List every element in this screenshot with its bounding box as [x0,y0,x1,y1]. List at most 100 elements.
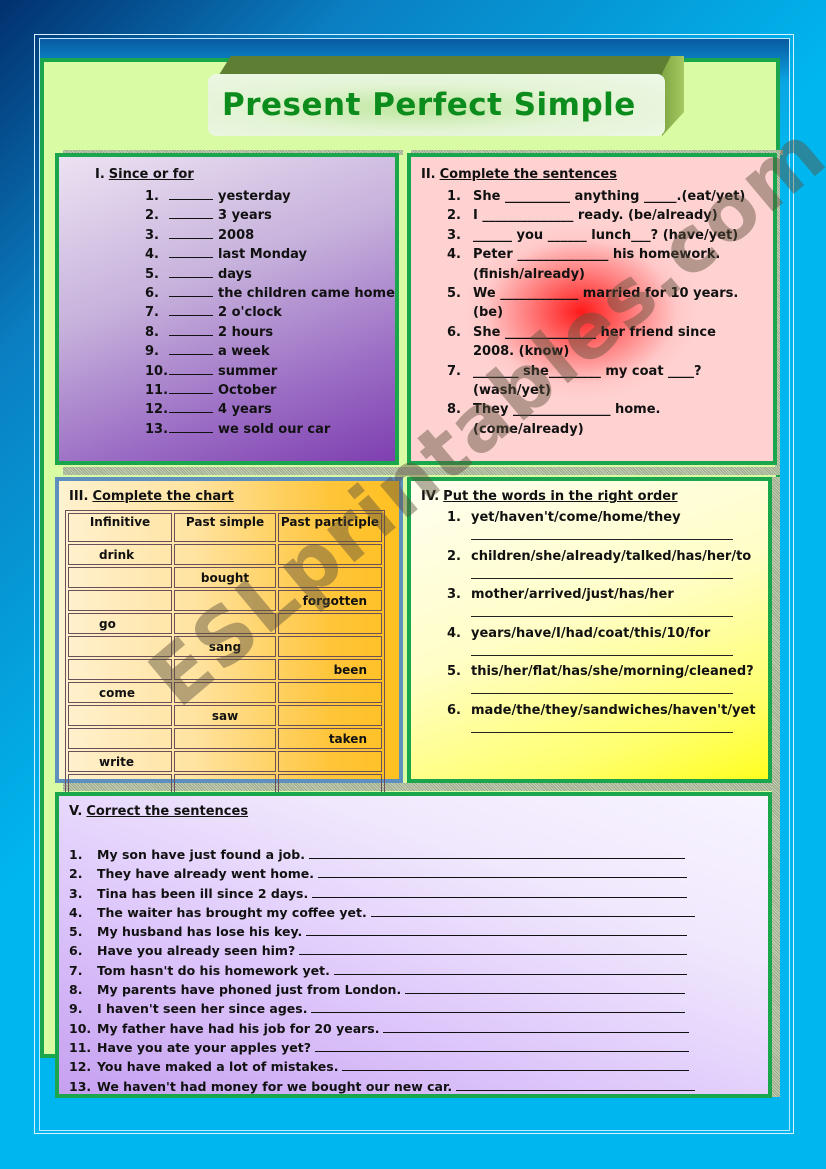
title-banner: Present Perfect Simple [208,74,665,136]
answer-line[interactable] [471,539,733,540]
since-for-item: 11. October [145,381,395,400]
item-text: October [218,382,277,398]
answer-line[interactable] [312,885,687,898]
table-cell[interactable] [174,751,276,772]
correction-item: 11. Have you ate your apples yet? [69,1038,695,1057]
table-cell[interactable] [68,567,172,588]
item-text[interactable]: They _______________ home. (come/already… [473,400,660,439]
answer-blank[interactable] [169,265,213,278]
table-cell[interactable] [68,659,172,680]
since-for-item: 5. days [145,265,395,284]
table-row: been [68,659,382,680]
item-text[interactable]: We ____________ married for 10 years. (b… [473,284,738,323]
sentence-item: 3. ______ you ______ lunch___? (have/yet) [447,226,745,245]
correction-item: 2. They have already went home. [69,864,695,883]
answer-blank[interactable] [169,284,213,297]
word-order-item: 2. children/she/already/talked/has/her/to [447,549,756,588]
item-number: 6. [447,324,461,340]
answer-line[interactable] [317,865,687,879]
section-number: II. [421,167,436,182]
item-text: 2 hours [218,324,274,340]
item-text: 3 years [218,208,272,224]
answer-line[interactable] [333,962,687,975]
item-text: days [218,266,252,282]
section-number: III. [69,489,89,504]
answer-blank[interactable] [169,420,213,433]
table-cell[interactable] [68,728,172,749]
table-cell[interactable] [68,705,172,726]
item-text: yesterday [218,189,291,204]
since-for-item: 12. 4 years [145,400,395,419]
item-text: My husband has lose his key. [97,924,303,940]
answer-line[interactable] [383,1020,689,1033]
verb-forms-table: Infinitive Past simple Past participle d… [65,510,385,798]
correction-item: 3. Tina has been ill since 2 days. [69,884,695,903]
section-number: IV. [421,489,440,504]
table-cell[interactable] [278,705,382,726]
table-cell[interactable] [278,544,382,565]
answer-blank[interactable] [169,245,213,259]
table-row: go [68,613,382,634]
table-cell[interactable] [68,636,172,657]
table-cell[interactable] [278,751,382,772]
table-cell[interactable] [278,613,382,634]
table-cell[interactable] [174,544,276,565]
item-number: 2. [447,548,461,564]
item-text[interactable]: I ______________ ready. (be/already) [473,206,718,225]
since-for-item: 7. 2 o'clock [145,303,395,322]
answer-line[interactable] [471,731,733,733]
item-number: 13. [69,1078,92,1094]
answer-line[interactable] [471,577,733,579]
answer-blank[interactable] [169,400,213,414]
table-cell: sang [174,636,276,657]
correction-item: 4. The waiter has brought my coffee yet. [69,903,695,922]
table-cell[interactable] [278,636,382,657]
answer-blank[interactable] [169,381,213,394]
sentence-item: 1. She __________ anything _____.(eat/yet… [447,187,745,206]
table-cell[interactable] [174,613,276,634]
table-cell[interactable] [174,682,276,703]
answer-blank[interactable] [169,187,213,200]
answer-line[interactable] [311,1000,685,1014]
answer-line[interactable] [342,1058,689,1072]
table-cell[interactable] [174,728,276,749]
answer-line[interactable] [370,904,695,917]
table-cell: drink [68,544,172,565]
item-text[interactable]: Peter ______________ his homework. (fini… [473,245,720,284]
item-text[interactable]: She ______________ her friend since 2008… [473,323,716,362]
item-number: 4. [145,247,159,263]
answer-blank[interactable] [169,226,213,239]
answer-blank[interactable] [169,323,213,336]
section-title: Put the words in the right order [443,489,678,504]
answer-line[interactable] [456,1078,695,1091]
table-cell: go [68,613,172,634]
answer-line[interactable] [315,1039,689,1052]
item-text: years/have/I/had/coat/this/10/for [471,625,711,641]
item-text[interactable]: She __________ anything _____.(eat/yet) [473,187,745,206]
answer-line[interactable] [471,693,733,695]
answer-line[interactable] [299,942,687,956]
column-header-infinitive: Infinitive [68,513,172,542]
answer-line[interactable] [471,654,733,656]
answer-blank[interactable] [169,303,213,317]
item-text: the children came home [218,285,395,301]
answer-blank[interactable] [169,362,213,375]
answer-line[interactable] [308,846,685,859]
item-number: 9. [145,344,159,360]
table-cell[interactable] [68,590,172,611]
item-text[interactable]: ______ you ______ lunch___? (have/yet) [473,226,738,245]
table-cell[interactable] [174,659,276,680]
table-row: saw [68,705,382,726]
answer-blank[interactable] [169,206,213,220]
answer-line[interactable] [471,616,733,618]
answer-line[interactable] [306,923,687,937]
table-cell[interactable] [278,567,382,588]
item-text[interactable]: _______ she________ my coat ____? (wash/… [473,362,702,401]
answer-blank[interactable] [169,342,213,356]
item-number: 3. [447,587,461,603]
answer-line[interactable] [405,981,685,995]
table-cell[interactable] [174,590,276,611]
correction-item: 10. My father have had his job for 20 yea… [69,1019,695,1038]
table-cell[interactable] [278,682,382,703]
sentence-item: 2. I ______________ ready. (be/already) [447,206,745,225]
